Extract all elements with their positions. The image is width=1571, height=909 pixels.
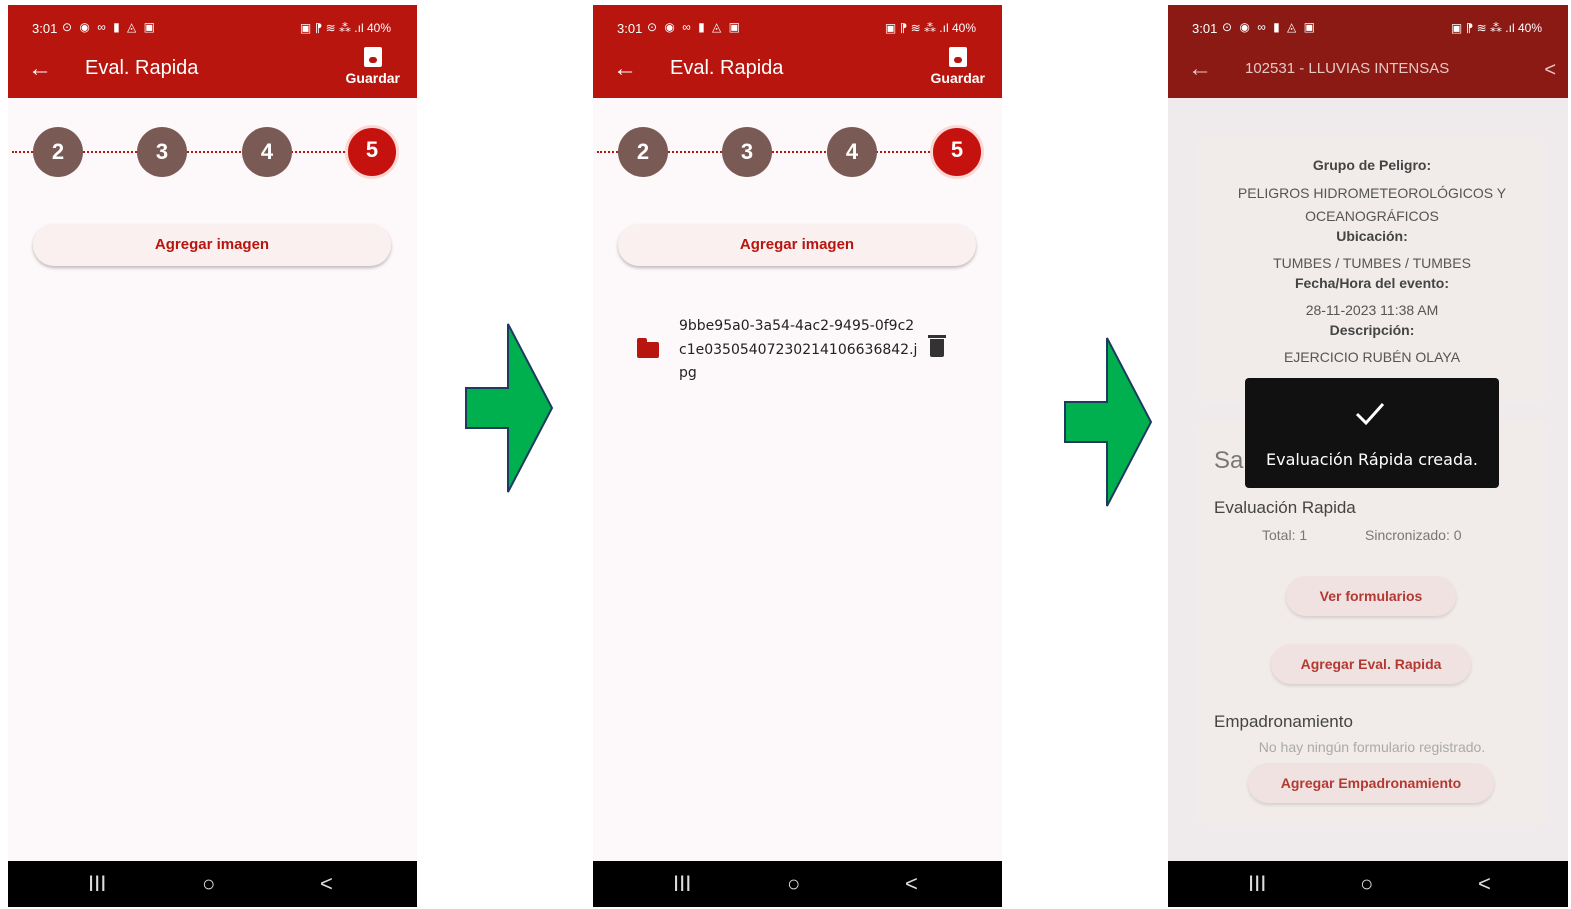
share-icon[interactable]: < bbox=[1544, 59, 1556, 82]
save-label: Guardar bbox=[930, 70, 985, 86]
description-label: Descripción: bbox=[1329, 322, 1415, 338]
system-nav-bar: III ○ < bbox=[8, 861, 417, 907]
phone-screen-1: 3:01 ⊙ ◉ ∞ ▮ ◬ ▣ ▣ ⁋ ≋ ⁂ .ıl 40% ← Eval.… bbox=[8, 5, 417, 907]
location-value: TUMBES / TUMBES / TUMBES bbox=[1273, 255, 1471, 271]
notification-icons: ⊙ ◉ ∞ ▮ ◬ ▣ bbox=[62, 20, 157, 34]
hazard-group-value: PELIGROS HIDROMETEOROLÓGICOS Y OCEANOGRÁ… bbox=[1237, 185, 1507, 224]
recent-apps-button[interactable]: III bbox=[1248, 871, 1266, 897]
back-arrow-icon[interactable]: ← bbox=[28, 55, 52, 83]
section-heading: Sa bbox=[1214, 447, 1244, 474]
home-button[interactable]: ○ bbox=[787, 871, 800, 897]
folder-icon bbox=[637, 338, 659, 358]
datetime-value: 28-11-2023 11:38 AM bbox=[1305, 302, 1439, 318]
trash-icon[interactable] bbox=[928, 335, 946, 357]
system-icons: ▣ ⁋ ≋ ⁂ .ıl 40% bbox=[884, 21, 976, 35]
phone-screen-2: 3:01 ⊙ ◉ ∞ ▮ ◬ ▣ ▣ ⁋ ≋ ⁂ .ıl 40% ← Eval.… bbox=[593, 5, 1002, 907]
add-eval-button[interactable]: Agregar Eval. Rapida bbox=[1271, 644, 1471, 684]
event-summary-card: Grupo de Peligro: PELIGROS HIDROMETEOROL… bbox=[1198, 137, 1546, 402]
home-button[interactable]: ○ bbox=[1360, 871, 1373, 897]
app-bar: ← 102531 - LLUVIAS INTENSAS < bbox=[1168, 45, 1568, 98]
back-arrow-icon[interactable]: ← bbox=[613, 55, 637, 83]
step-2[interactable]: 2 bbox=[618, 127, 668, 177]
step-5[interactable]: 5 bbox=[930, 125, 984, 179]
floppy-disk-icon bbox=[363, 47, 382, 67]
nav-back-button[interactable]: < bbox=[320, 871, 333, 897]
step-3[interactable]: 3 bbox=[722, 127, 772, 177]
file-name: 9bbe95a0-3a54-4ac2-9495-0f9c2c1e03505407… bbox=[679, 318, 918, 381]
step-3[interactable]: 3 bbox=[137, 127, 187, 177]
system-nav-bar: III ○ < bbox=[593, 861, 1002, 907]
notification-icons: ⊙ ◉ ∞ ▮ ◬ ▣ bbox=[647, 20, 742, 34]
eval-total: Total: 1 bbox=[1262, 527, 1308, 543]
nav-back-button[interactable]: < bbox=[905, 871, 918, 897]
checkmark-icon bbox=[1355, 402, 1385, 426]
status-time: 3:01 bbox=[32, 21, 58, 36]
save-button[interactable]: Guardar bbox=[346, 45, 400, 86]
recent-apps-button[interactable]: III bbox=[673, 871, 691, 897]
eval-section-title: Evaluación Rapida bbox=[1214, 498, 1356, 517]
stepper: 2 3 4 5 bbox=[8, 124, 417, 180]
attached-file-item: 9bbe95a0-3a54-4ac2-9495-0f9c2c1e03505407… bbox=[635, 313, 955, 383]
add-image-button[interactable]: Agregar imagen bbox=[618, 224, 976, 266]
status-time: 3:01 bbox=[1192, 21, 1218, 36]
location-label: Ubicación: bbox=[1336, 228, 1408, 244]
step-4[interactable]: 4 bbox=[242, 127, 292, 177]
step-4[interactable]: 4 bbox=[827, 127, 877, 177]
flow-arrow-icon bbox=[1064, 337, 1153, 507]
registry-empty-text: No hay ningún formulario registrado. bbox=[1258, 739, 1486, 755]
hazard-group-label: Grupo de Peligro: bbox=[1312, 157, 1432, 173]
add-registry-button[interactable]: Agregar Empadronamiento bbox=[1248, 763, 1494, 803]
view-forms-button[interactable]: Ver formularios bbox=[1286, 576, 1456, 616]
home-button[interactable]: ○ bbox=[202, 871, 215, 897]
page-title: 102531 - LLUVIAS INTENSAS bbox=[1245, 60, 1450, 77]
save-button[interactable]: Guardar bbox=[931, 45, 985, 86]
toast-dialog: Evaluación Rápida creada. bbox=[1245, 378, 1499, 488]
eval-synced: Sincronizado: 0 bbox=[1365, 527, 1462, 543]
system-icons: ▣ ⁋ ≋ ⁂ .ıl 40% bbox=[1450, 21, 1542, 35]
registry-section-title: Empadronamiento bbox=[1214, 712, 1353, 731]
system-nav-bar: III ○ < bbox=[1168, 861, 1568, 907]
status-time: 3:01 bbox=[617, 21, 643, 36]
page-title: Eval. Rapida bbox=[670, 57, 784, 79]
toast-message: Evaluación Rápida creada. bbox=[1266, 450, 1478, 469]
add-image-button[interactable]: Agregar imagen bbox=[33, 224, 391, 266]
flow-arrow-icon bbox=[465, 323, 554, 493]
floppy-disk-icon bbox=[948, 47, 967, 67]
save-label: Guardar bbox=[345, 70, 400, 86]
back-arrow-icon[interactable]: ← bbox=[1188, 55, 1212, 83]
page-title: Eval. Rapida bbox=[85, 57, 199, 79]
system-icons: ▣ ⁋ ≋ ⁂ .ıl 40% bbox=[299, 21, 391, 35]
notification-icons: ⊙ ◉ ∞ ▮ ◬ ▣ bbox=[1222, 20, 1317, 34]
step-5[interactable]: 5 bbox=[345, 125, 399, 179]
datetime-label: Fecha/Hora del evento: bbox=[1294, 275, 1450, 291]
description-value: EJERCICIO RUBÉN OLAYA bbox=[1283, 349, 1461, 365]
step-2[interactable]: 2 bbox=[33, 127, 83, 177]
app-bar: ← Eval. Rapida Guardar bbox=[8, 45, 417, 98]
stepper: 2 3 4 5 bbox=[593, 124, 1002, 180]
app-bar: ← Eval. Rapida Guardar bbox=[593, 45, 1002, 98]
recent-apps-button[interactable]: III bbox=[88, 871, 106, 897]
phone-screen-3: 3:01 ⊙ ◉ ∞ ▮ ◬ ▣ ▣ ⁋ ≋ ⁂ .ıl 40% ← 10253… bbox=[1168, 5, 1568, 907]
nav-back-button[interactable]: < bbox=[1478, 871, 1491, 897]
